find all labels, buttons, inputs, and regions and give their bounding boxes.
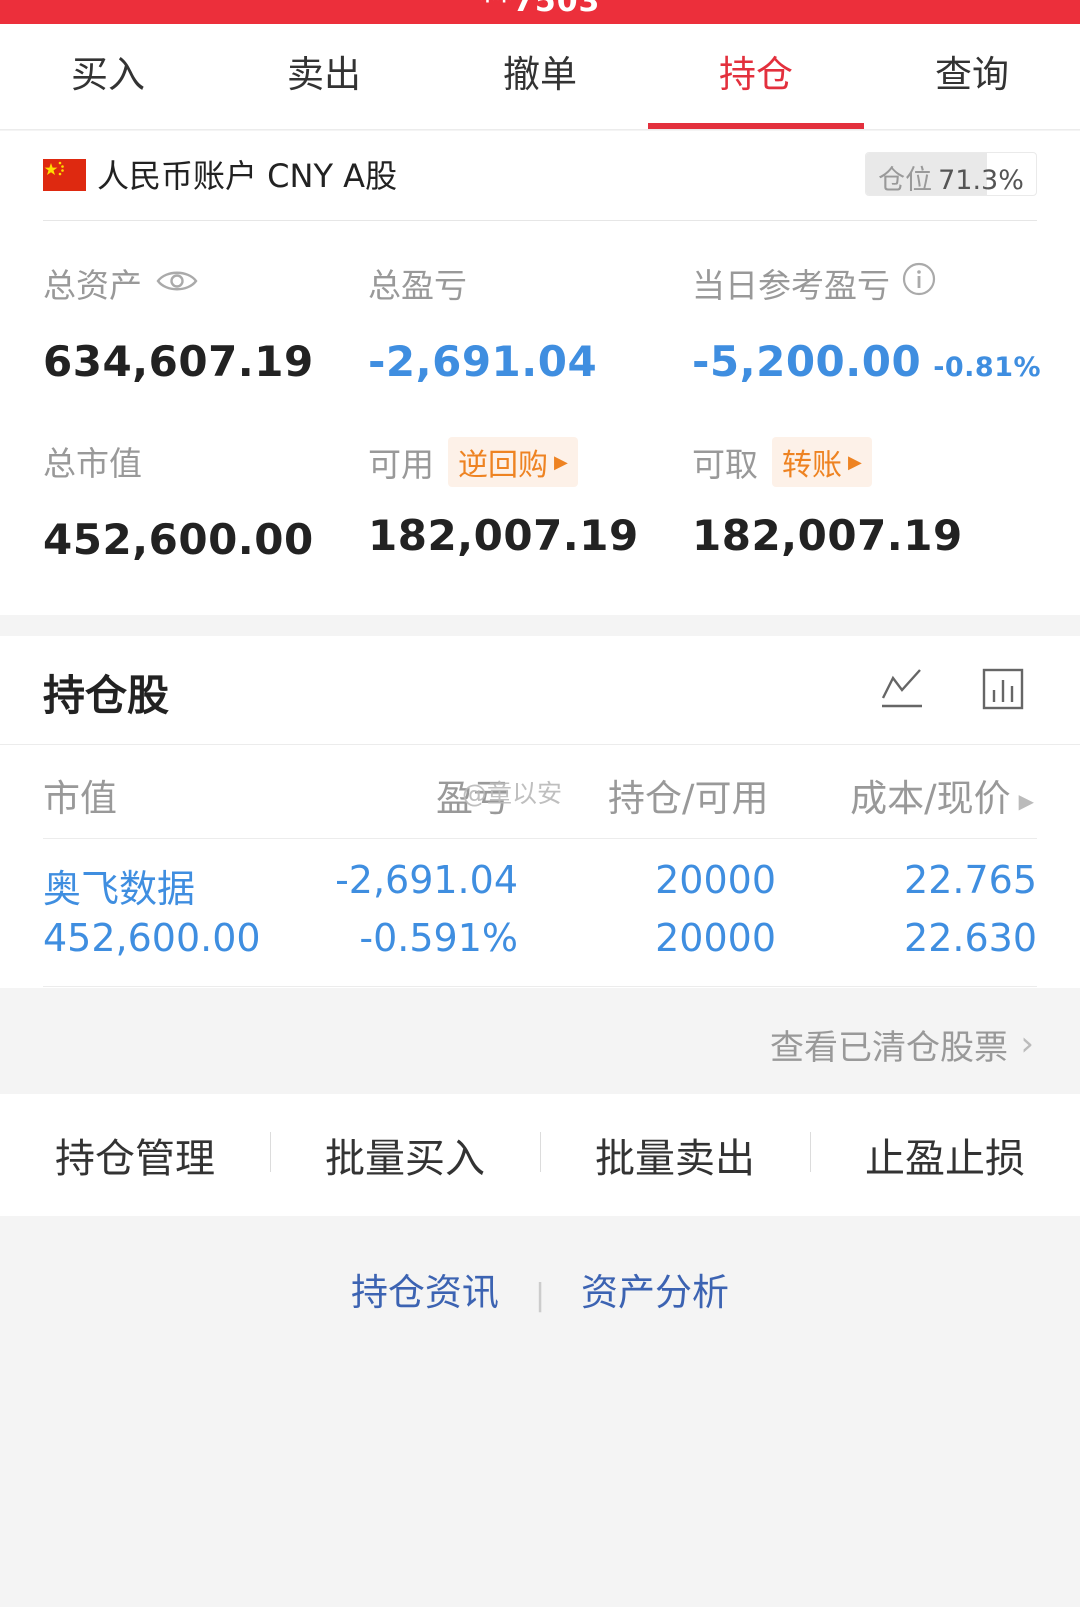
stock-cost: 22.765 — [904, 858, 1037, 902]
batch-sell-button[interactable]: 批量卖出 — [540, 1126, 810, 1184]
market-value: 总市值 452,600.00 — [43, 437, 314, 564]
tab-cancel[interactable]: 撤单 — [432, 24, 648, 129]
available-funds: 可用 逆回购 ▶ 182,007.19 — [368, 437, 639, 560]
stock-name: 奥飞数据 — [43, 867, 196, 911]
daily-pnl-label: 当日参考盈亏 — [692, 266, 890, 305]
caret-right-icon: ▶ — [848, 451, 862, 473]
position-ratio-badge: 仓位 71.3% — [865, 152, 1037, 196]
stop-profit-loss-button[interactable]: 止盈止损 — [810, 1126, 1080, 1184]
available-label: 可用 — [368, 445, 434, 484]
col-cost-price[interactable]: 成本/现价 ▶ — [850, 768, 1034, 822]
tab-holdings[interactable]: 持仓 — [648, 24, 864, 129]
watermark: @童以安 — [462, 779, 563, 808]
holdings-title: 持仓股 — [43, 671, 170, 720]
action-bar: 持仓管理 批量买入 批量卖出 止盈止损 — [0, 1094, 1080, 1216]
chevron-right-icon[interactable]: › — [1020, 1024, 1034, 1064]
total-assets-value: 634,607.19 — [43, 337, 314, 386]
divider — [43, 986, 1037, 987]
transfer-button[interactable]: 转账 ▶ — [772, 437, 872, 487]
reverse-repo-button[interactable]: 逆回购 ▶ — [448, 437, 578, 487]
col-position: 持仓/可用 — [608, 777, 769, 820]
holdings-news-link[interactable]: 持仓资讯 — [351, 1271, 499, 1314]
market-value-value: 452,600.00 — [43, 515, 314, 564]
tab-query[interactable]: 查询 — [864, 24, 1080, 129]
daily-pnl-value: -5,200.00 — [692, 337, 922, 386]
bar-chart-icon[interactable] — [982, 668, 1024, 714]
batch-buy-button[interactable]: 批量买入 — [270, 1126, 540, 1184]
cleared-stocks-link[interactable]: 查看已清仓股票 — [770, 1020, 1008, 1069]
account-row[interactable]: 人民币账户 CNY A股 仓位 71.3% — [43, 131, 1037, 221]
total-assets: 总资产 634,607.19 — [43, 259, 314, 386]
stock-available: 20000 — [655, 916, 776, 960]
total-pnl-value: -2,691.04 — [368, 337, 598, 386]
daily-pnl: 当日参考盈亏 -5,200.00 -0.81% — [692, 259, 1041, 386]
top-header-bar: **7503 — [0, 0, 1080, 24]
tab-sell[interactable]: 卖出 — [216, 24, 432, 129]
market-value-label: 总市值 — [43, 444, 142, 483]
line-chart-icon[interactable] — [880, 666, 924, 714]
divider — [43, 838, 1037, 839]
stock-price: 22.630 — [904, 916, 1037, 960]
stock-position: 20000 — [655, 858, 776, 902]
eye-icon[interactable] — [156, 264, 198, 303]
tab-buy[interactable]: 买入 — [0, 24, 216, 129]
account-summary: 人民币账户 CNY A股 仓位 71.3% 总资产 634,607.19 总盈亏 … — [0, 131, 1080, 615]
stock-pnl-percent: -0.591% — [359, 916, 518, 960]
manage-holdings-button[interactable]: 持仓管理 — [0, 1126, 270, 1184]
divider — [0, 744, 1080, 745]
info-icon[interactable] — [902, 262, 936, 304]
china-flag-icon — [43, 159, 86, 191]
withdrawable-label: 可取 — [692, 445, 758, 484]
asset-analysis-link[interactable]: 资产分析 — [581, 1271, 729, 1314]
position-value: 71.3% — [938, 165, 1024, 196]
total-assets-label: 总资产 — [43, 266, 142, 305]
divider: | — [534, 1278, 546, 1313]
stock-market-value: 452,600.00 — [43, 916, 261, 960]
withdrawable-funds: 可取 转账 ▶ 182,007.19 — [692, 437, 963, 560]
trade-tabs: 买入 卖出 撤单 持仓 查询 — [0, 24, 1080, 130]
caret-right-icon: ▶ — [1018, 788, 1034, 813]
total-pnl-label: 总盈亏 — [368, 266, 467, 305]
withdrawable-value: 182,007.19 — [692, 511, 963, 560]
daily-pnl-percent: -0.81% — [933, 352, 1042, 383]
account-number: **7503 — [479, 0, 601, 19]
total-pnl: 总盈亏 -2,691.04 — [368, 259, 597, 386]
stock-pnl: -2,691.04 — [335, 858, 518, 902]
caret-right-icon: ▶ — [554, 451, 568, 473]
col-market-value: 市值 — [43, 777, 117, 820]
available-value: 182,007.19 — [368, 511, 639, 560]
holdings-section: 持仓股 市值 盈亏 持仓/可用 成本/现价 ▶ 奥飞数据 452,600.00 -… — [0, 636, 1080, 988]
account-name: 人民币账户 CNY A股 — [97, 157, 398, 195]
bottom-links: 持仓资讯 | 资产分析 — [0, 1262, 1080, 1316]
position-label: 仓位 — [878, 165, 933, 196]
